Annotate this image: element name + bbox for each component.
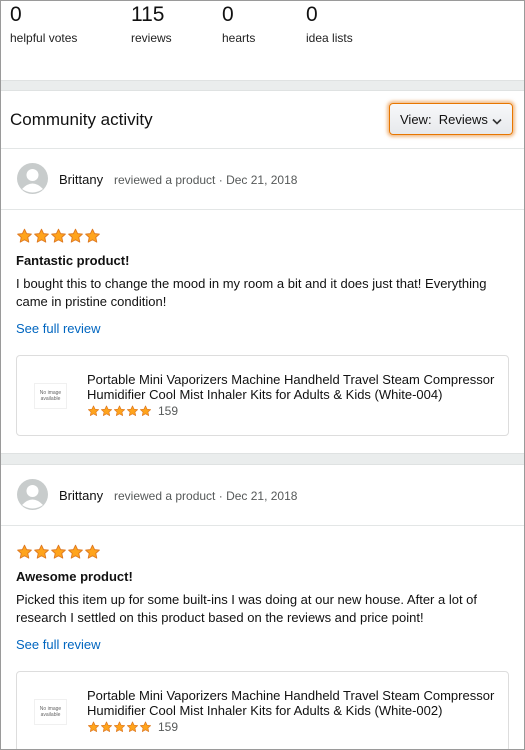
review-meta: reviewed a product · Dec 21, 2018 — [114, 173, 298, 187]
star-rating — [87, 405, 152, 417]
star-icon — [34, 228, 49, 243]
review-card-header: Brittany reviewed a product · Dec 21, 20… — [1, 150, 524, 210]
author-name[interactable]: Brittany — [59, 488, 103, 504]
product-title[interactable]: Portable Mini Vaporizers Machine Handhel… — [87, 688, 507, 718]
section-title: Community activity — [10, 110, 153, 129]
star-icon — [88, 405, 99, 416]
review-meta: reviewed a product · Dec 21, 2018 — [114, 489, 298, 503]
chevron-down-icon — [492, 114, 502, 129]
product-title[interactable]: Portable Mini Vaporizers Machine Handhel… — [87, 372, 507, 402]
product-rating: 159 — [87, 404, 178, 418]
review-body: I bought this to change the mood in my r… — [16, 276, 487, 309]
star-icon — [51, 544, 66, 559]
profile-stats: 0 helpful votes 115 reviews 0 hearts 0 i… — [1, 1, 524, 80]
star-icon — [140, 405, 151, 416]
community-activity-header: Community activity View: Reviews — [1, 91, 524, 149]
author-name[interactable]: Brittany — [59, 172, 103, 188]
review-title: Awesome product! — [16, 569, 133, 584]
star-rating — [87, 721, 152, 733]
stat-value: 0 — [222, 3, 234, 26]
avatar[interactable] — [17, 479, 48, 510]
section-divider — [1, 80, 524, 91]
review-action: reviewed a product — [114, 489, 216, 503]
stat-value: 115 — [131, 3, 165, 26]
review-body: Picked this item up for some built-ins I… — [16, 592, 478, 625]
stat-idea-lists: 0 idea lists — [306, 3, 353, 46]
star-rating — [16, 544, 101, 560]
stat-label: reviews — [131, 31, 172, 45]
star-icon — [85, 228, 100, 243]
view-value: Reviews — [438, 112, 488, 127]
star-icon — [17, 228, 32, 243]
rating-count: 159 — [158, 720, 179, 734]
stat-value: 0 — [306, 3, 318, 26]
product-rating: 159 — [87, 720, 178, 734]
star-icon — [88, 721, 99, 732]
star-icon — [101, 405, 112, 416]
profile-activity-panel: 0 helpful votes 115 reviews 0 hearts 0 i… — [0, 0, 525, 750]
star-icon — [51, 228, 66, 243]
stat-reviews[interactable]: 115 reviews — [131, 3, 172, 46]
no-image-placeholder: No image available — [34, 699, 67, 725]
review-title: Fantastic product! — [16, 253, 130, 268]
view-filter-dropdown[interactable]: View: Reviews — [389, 103, 513, 135]
no-image-placeholder: No image available — [34, 383, 67, 409]
star-icon — [17, 544, 32, 559]
star-icon — [34, 544, 49, 559]
section-divider — [1, 453, 524, 465]
star-icon — [68, 544, 83, 559]
star-icon — [127, 405, 138, 416]
stat-label: idea lists — [306, 31, 353, 45]
stat-helpful-votes: 0 helpful votes — [10, 3, 77, 46]
stat-label: helpful votes — [10, 31, 78, 45]
review-action: reviewed a product — [114, 173, 216, 187]
star-icon — [85, 544, 100, 559]
stat-hearts: 0 hearts — [222, 3, 255, 46]
star-icon — [68, 228, 83, 243]
rating-count: 159 — [158, 404, 179, 418]
star-icon — [114, 721, 125, 732]
review-date: Dec 21, 2018 — [226, 173, 298, 187]
review-card-header: Brittany reviewed a product · Dec 21, 20… — [1, 466, 524, 526]
product-card[interactable]: No image available Portable Mini Vaporiz… — [16, 355, 509, 436]
star-icon — [101, 721, 112, 732]
avatar[interactable] — [17, 163, 48, 194]
star-icon — [140, 721, 151, 732]
star-icon — [114, 405, 125, 416]
stat-label: hearts — [222, 31, 256, 45]
review-date: Dec 21, 2018 — [226, 489, 298, 503]
see-full-review-link[interactable]: See full review — [16, 637, 101, 653]
view-label: View: — [400, 112, 432, 127]
stat-value: 0 — [10, 3, 22, 26]
star-rating — [16, 228, 101, 244]
star-icon — [127, 721, 138, 732]
see-full-review-link[interactable]: See full review — [16, 321, 101, 337]
product-card[interactable]: No image available Portable Mini Vaporiz… — [16, 671, 509, 749]
